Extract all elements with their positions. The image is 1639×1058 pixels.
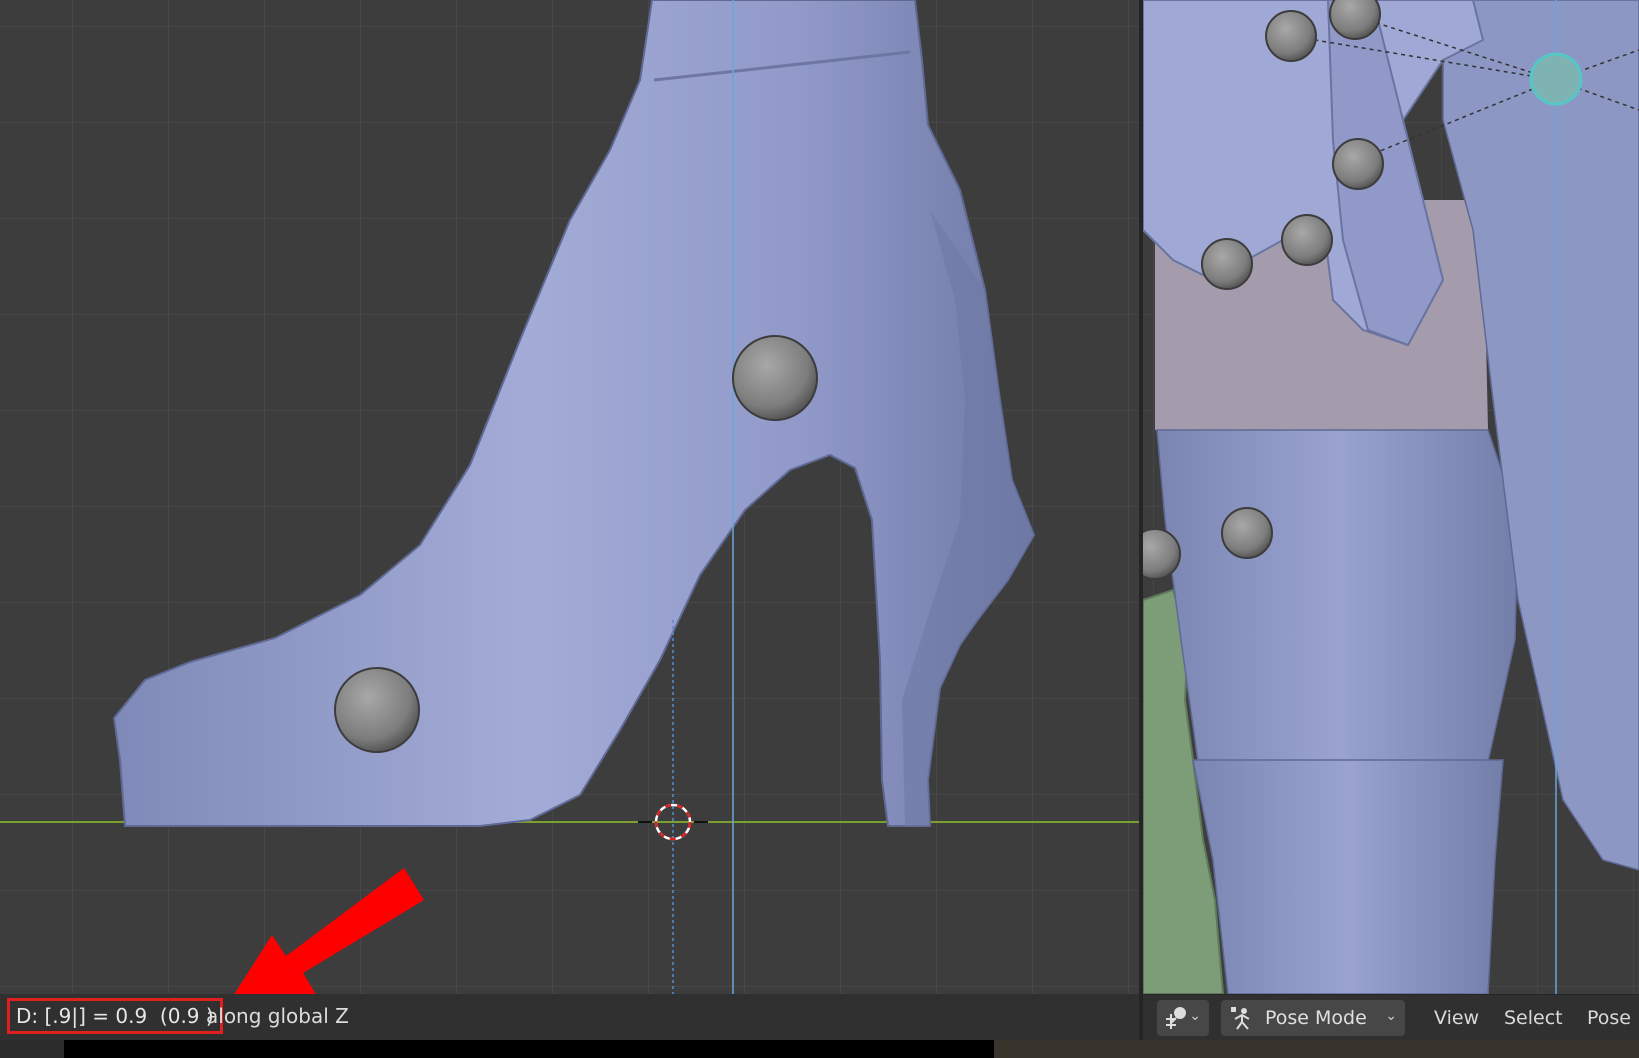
stocking-upper-mesh bbox=[1156, 429, 1519, 763]
bone-sphere[interactable] bbox=[1265, 10, 1317, 62]
transform-axis-text: along global Z bbox=[206, 1004, 349, 1028]
bone-sphere[interactable] bbox=[1281, 214, 1333, 266]
transform-orientation-button[interactable]: ⌄ bbox=[1157, 1000, 1209, 1036]
bone-sphere-toe[interactable] bbox=[334, 667, 420, 753]
selected-bone-sphere[interactable] bbox=[1529, 52, 1583, 106]
bone-sphere-heel[interactable] bbox=[732, 335, 818, 421]
mode-selector[interactable]: Pose Mode ⌄ bbox=[1221, 1000, 1405, 1036]
right-3d-viewport[interactable] bbox=[1143, 0, 1639, 994]
bone-sphere[interactable] bbox=[1332, 138, 1384, 190]
left-viewport-scene[interactable] bbox=[0, 0, 1139, 994]
right-viewport-scene[interactable] bbox=[1143, 0, 1639, 994]
menu-select[interactable]: Select bbox=[1504, 1000, 1563, 1036]
transform-orientation-icon bbox=[1166, 1007, 1186, 1029]
chevron-down-icon: ⌄ bbox=[1189, 1008, 1201, 1024]
bone-sphere[interactable] bbox=[1201, 238, 1253, 290]
chevron-down-icon: ⌄ bbox=[1385, 1008, 1397, 1024]
right-viewport-header: ⌄ Pose Mode ⌄ View Select Pose bbox=[1143, 994, 1639, 1041]
menu-view[interactable]: View bbox=[1434, 1000, 1479, 1036]
pose-mode-armature-icon bbox=[1231, 1007, 1250, 1030]
menu-pose[interactable]: Pose bbox=[1587, 1000, 1631, 1036]
mode-label: Pose Mode bbox=[1265, 1007, 1367, 1029]
transform-value-highlight: D: [.9|] = 0.9 (0.9 ) bbox=[7, 998, 223, 1034]
bone-sphere[interactable] bbox=[1329, 0, 1381, 40]
window-bottom-strip bbox=[0, 1040, 1639, 1058]
left-viewport-footer: D: [.9|] = 0.9 (0.9 ) along global Z bbox=[0, 994, 1139, 1040]
left-3d-viewport[interactable] bbox=[0, 0, 1139, 994]
bone-sphere[interactable] bbox=[1221, 507, 1273, 559]
boot-upper-mesh bbox=[1192, 759, 1504, 994]
